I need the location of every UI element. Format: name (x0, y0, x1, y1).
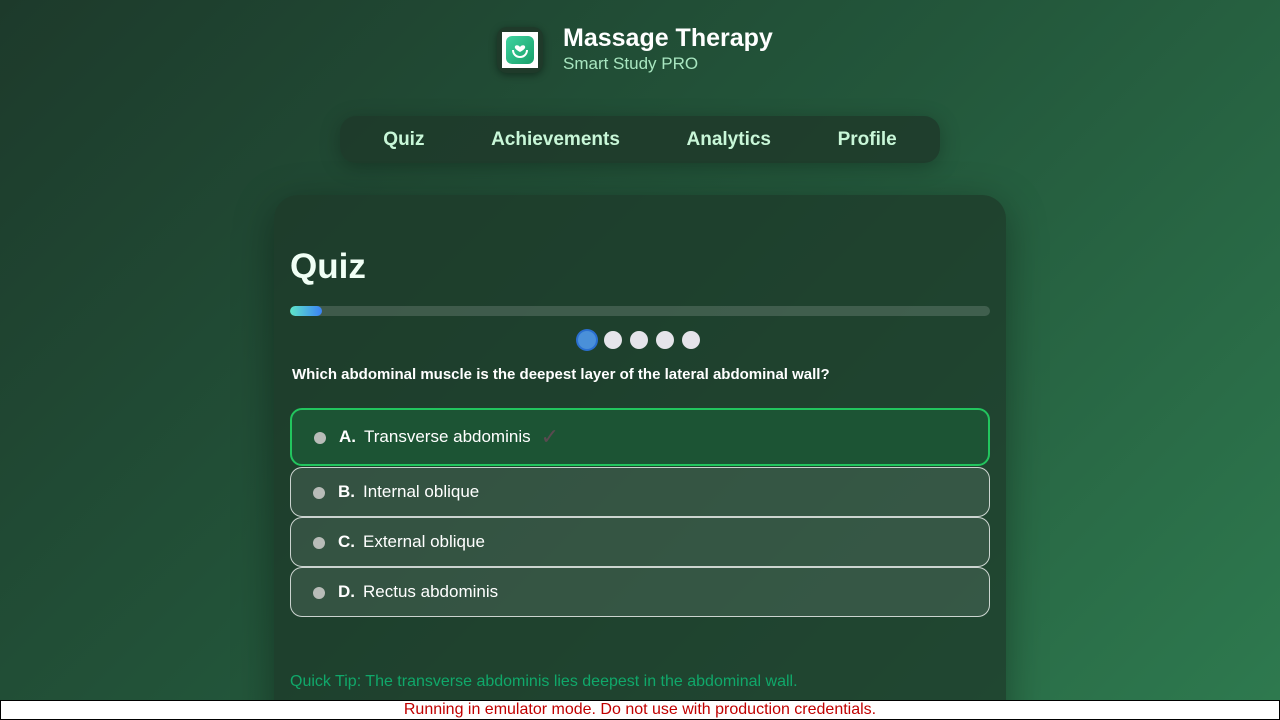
option-letter: C. (338, 532, 355, 551)
quick-tip: Quick Tip: The transverse abdominis lies… (290, 673, 798, 690)
question-dot-3[interactable] (630, 331, 648, 349)
question-text: Which abdominal muscle is the deepest la… (292, 366, 830, 383)
option-letter: D. (338, 582, 355, 601)
option-b[interactable]: B. Internal oblique (290, 467, 990, 517)
radio-icon (314, 432, 326, 444)
nav-item-analytics[interactable]: Analytics (687, 129, 771, 151)
option-c[interactable]: C. External oblique (290, 517, 990, 567)
option-text: Internal oblique (363, 482, 480, 501)
check-icon: ✓ (540, 424, 560, 449)
option-a[interactable]: A. Transverse abdominis ✓ (290, 408, 990, 466)
main-nav: Quiz Achievements Analytics Profile (340, 116, 940, 163)
question-dots (578, 331, 700, 349)
quiz-card: Quiz Which abdominal muscle is the deepe… (274, 195, 1006, 720)
app-title: Massage Therapy (563, 24, 773, 52)
progress-bar (290, 306, 990, 316)
app-header: Massage Therapy Smart Study PRO (497, 24, 773, 75)
option-text: Transverse abdominis (364, 427, 531, 446)
nav-item-profile[interactable]: Profile (838, 129, 897, 151)
question-dot-5[interactable] (682, 331, 700, 349)
option-text: External oblique (363, 532, 485, 551)
option-letter: A. (339, 427, 356, 446)
option-letter: B. (338, 482, 355, 501)
radio-icon (313, 537, 325, 549)
option-text: Rectus abdominis (363, 582, 499, 601)
app-subtitle: Smart Study PRO (563, 54, 699, 73)
question-dot-1[interactable] (578, 331, 596, 349)
quiz-title: Quiz (290, 247, 366, 286)
question-dot-4[interactable] (656, 331, 674, 349)
question-dot-2[interactable] (604, 331, 622, 349)
progress-fill (290, 306, 322, 316)
option-d[interactable]: D. Rectus abdominis (290, 567, 990, 617)
nav-item-quiz[interactable]: Quiz (383, 129, 424, 151)
emulator-banner: Running in emulator mode. Do not use wit… (0, 700, 1280, 720)
massage-hands-icon (497, 26, 543, 73)
nav-item-achievements[interactable]: Achievements (491, 129, 620, 151)
radio-icon (313, 587, 325, 599)
radio-icon (313, 487, 325, 499)
